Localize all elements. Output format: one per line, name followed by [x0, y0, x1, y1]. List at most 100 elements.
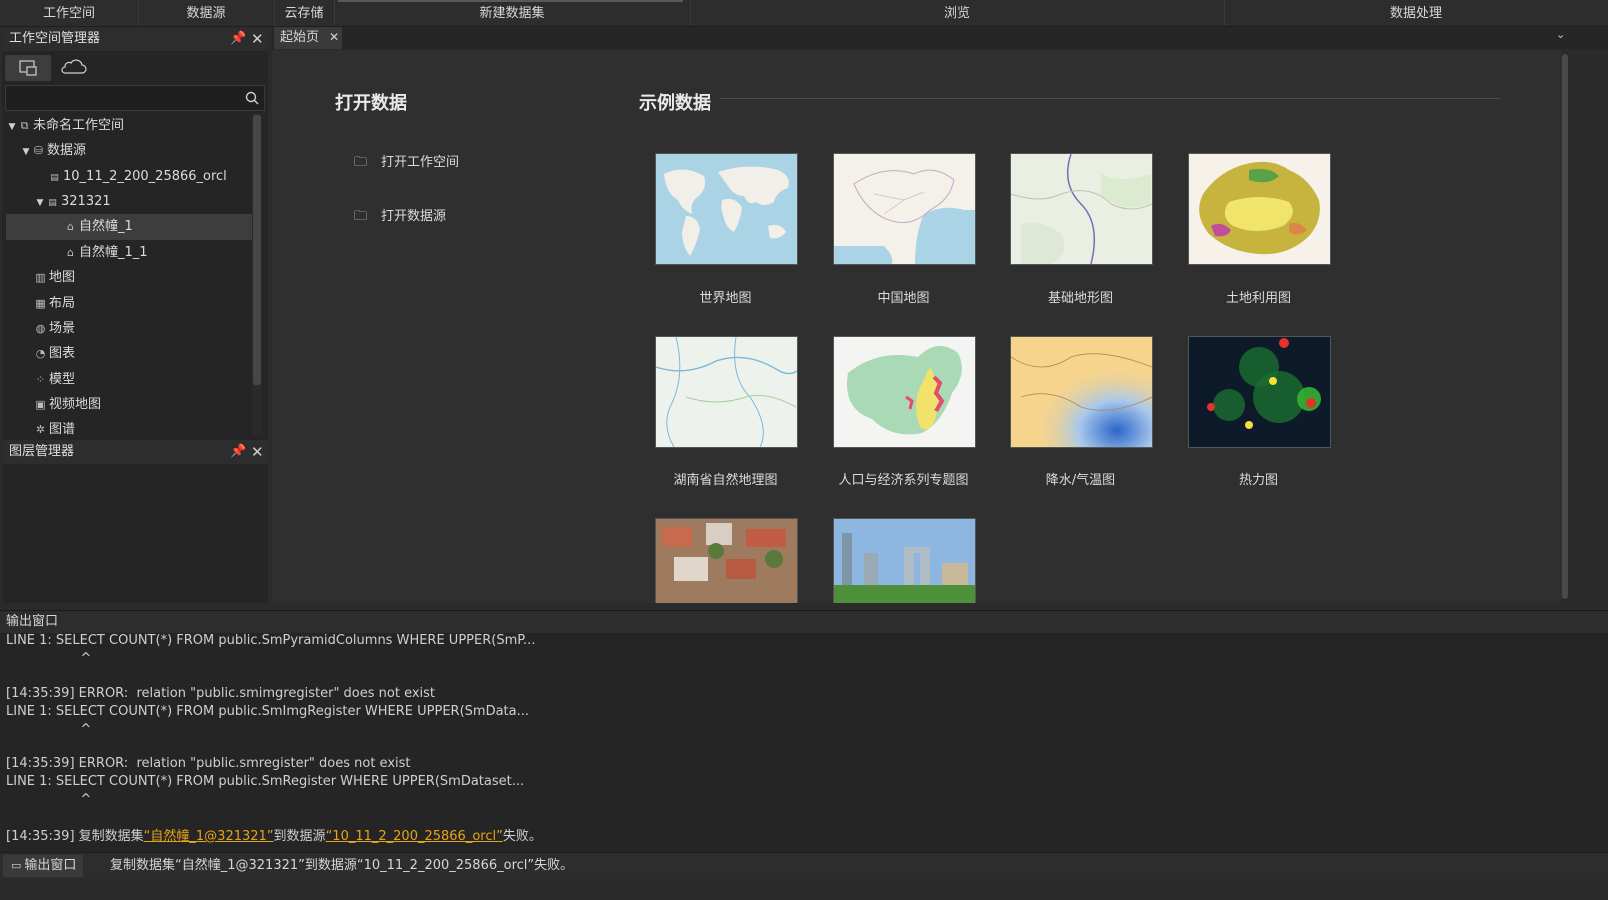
sample-3d-city-thumbnail[interactable] [833, 518, 976, 603]
tree-item-datasources[interactable]: ▼ ⛁ 数据源 [6, 138, 262, 164]
output-line-last: [14:35:39] 复制数据集“自然幢_1@321321”到数据源“10_11… [6, 829, 542, 844]
map-icon: ▥ [35, 271, 46, 284]
output-window-header: 输出窗口 [0, 611, 1608, 633]
sample-caption[interactable]: 热力图 [1188, 469, 1329, 488]
open-datasource-link[interactable]: 🗀 打开数据源 [354, 205, 446, 229]
ribbon-group-browse[interactable]: 浏览 [690, 0, 1225, 26]
output-window-tab[interactable]: ▭ 输出窗口 [3, 855, 83, 877]
workspace-tree: ▼ ⧉ 未命名工作空间 ▼ ⛁ 数据源 ▤ 10_11_2_200_25866_orcl … [2, 113, 262, 435]
scene-icon: ◍ [35, 322, 46, 335]
layer-manager-panel: 图层管理器 📌 ✕ [2, 440, 268, 603]
expand-caret-icon[interactable]: ▼ [20, 139, 32, 165]
sample-caption[interactable]: 人口与经济系列专题图 [833, 469, 974, 488]
region-dataset-icon: ⌂ [67, 246, 74, 259]
workspace-search-input[interactable] [8, 87, 238, 109]
start-page-scrollbar[interactable] [1562, 50, 1568, 603]
tree-item-dataset[interactable]: ⌂ 自然幢_1_1 [6, 240, 262, 266]
output-line: LINE 1: SELECT COUNT(*) FROM public.SmIm… [6, 704, 530, 719]
datasource-icon: ⛁ [33, 144, 44, 157]
sample-china-map-thumbnail[interactable] [833, 153, 976, 265]
ribbon-group-datasource[interactable]: 数据源 [138, 0, 275, 26]
udbx-datasource-icon: ▤ [48, 198, 57, 208]
output-line: ^ [6, 792, 92, 807]
start-page: 打开数据 🗀 打开工作空间 🗀 打开数据源 示例数据 世界地图 中国地图 基础地… [272, 50, 1568, 603]
ribbon-group-data-processing[interactable]: 数据处理 [1224, 0, 1608, 26]
sample-land-use-map-thumbnail[interactable] [1188, 153, 1331, 265]
pin-icon[interactable]: 📌 [230, 440, 246, 464]
dataset-link[interactable]: “自然幢_1@321321” [144, 829, 274, 844]
cloud-icon [61, 59, 87, 74]
sample-oblique-photography-thumbnail[interactable] [655, 518, 798, 603]
workspace-icon: ⧉ [20, 119, 29, 132]
datasource-link[interactable]: “10_11_2_200_25866_orcl” [326, 829, 503, 844]
tab-start-page[interactable]: 起始页 ✕ [274, 27, 342, 49]
ribbon-group-bar: 工作空间 数据源 云存储 新建数据集 浏览 数据处理 [0, 0, 1608, 27]
tree-scrollbar-thumb[interactable] [253, 115, 261, 385]
sample-caption[interactable]: 世界地图 [655, 287, 796, 306]
tree-item-datasource-pgis[interactable]: ▤ 10_11_2_200_25866_orcl [6, 164, 262, 190]
folder-icon: 🗀 [354, 209, 368, 224]
output-line: LINE 1: SELECT COUNT(*) FROM public.SmPy… [6, 633, 536, 648]
output-line: [14:35:39] ERROR: relation "public.smimg… [6, 686, 436, 701]
sample-hunan-physical-map-thumbnail[interactable] [655, 336, 798, 448]
tree-item-scenes[interactable]: ◍ 场景 [6, 316, 262, 342]
tree-item-dataset-selected[interactable]: ⌂ 自然幢_1 [6, 214, 256, 240]
workspace-view-button[interactable] [5, 55, 51, 81]
chevron-down-icon[interactable]: ⌄ [1556, 28, 1565, 41]
sample-caption[interactable]: 土地利用图 [1188, 287, 1329, 306]
sample-caption[interactable]: 中国地图 [833, 287, 974, 306]
open-data-title: 打开数据 [335, 93, 407, 114]
workspace-manager-panel: 工作空间管理器 📌 ✕ ▼ ⧉ 未命名工作空间 ▼ ⛁ 数据源 ▤ 10_11_2_200… [2, 27, 268, 447]
sample-heat-map-thumbnail[interactable] [1188, 336, 1331, 448]
search-icon[interactable] [244, 90, 260, 106]
tree-item-datasource-udbx[interactable]: ▼ ▤ 321321 [6, 189, 262, 215]
close-icon[interactable]: ✕ [251, 440, 264, 464]
sample-caption[interactable]: 降水/气温图 [1010, 469, 1151, 488]
output-line: [14:35:39] ERROR: relation "public.smreg… [6, 756, 411, 771]
tree-item-video-maps[interactable]: ▣ 视频地图 [6, 392, 262, 418]
layout-icon: ▦ [35, 297, 46, 310]
output-window-icon: ▭ [11, 859, 22, 872]
sample-caption[interactable]: 基础地形图 [1010, 287, 1151, 306]
ribbon-group-cloud-storage[interactable]: 云存储 [274, 0, 335, 26]
expand-caret-icon[interactable]: ▼ [6, 114, 18, 140]
cloud-view-button[interactable] [57, 55, 91, 81]
tree-item-layouts[interactable]: ▦ 布局 [6, 291, 262, 317]
expand-caret-icon[interactable]: ▼ [34, 190, 46, 216]
workspace-tree-icon [19, 60, 37, 76]
video-map-icon: ▣ [35, 398, 46, 411]
tree-item-graphs[interactable]: ✲ 图谱 [6, 417, 262, 435]
layer-manager-header: 图层管理器 📌 ✕ [2, 440, 268, 464]
pin-icon[interactable]: 📌 [230, 27, 246, 51]
output-line: LINE 1: SELECT COUNT(*) FROM public.SmRe… [6, 774, 525, 789]
sample-world-map-thumbnail[interactable] [655, 153, 798, 265]
tree-item-models[interactable]: ⁘ 模型 [6, 367, 262, 393]
status-message: 复制数据集“自然幢_1@321321”到数据源“10_11_2_200_2586… [110, 858, 574, 873]
sample-data-title: 示例数据 [639, 93, 711, 114]
tree-item-workspace[interactable]: ▼ ⧉ 未命名工作空间 [6, 113, 256, 139]
start-page-scrollbar-thumb[interactable] [1562, 54, 1568, 599]
open-workspace-link[interactable]: 🗀 打开工作空间 [354, 151, 459, 175]
close-tab-icon[interactable]: ✕ [329, 30, 339, 44]
workspace-search-box[interactable] [5, 85, 265, 111]
sample-base-topographic-map-thumbnail[interactable] [1010, 153, 1153, 265]
output-window: 输出窗口 LINE 1: SELECT COUNT(*) FROM public… [0, 610, 1608, 854]
tree-item-charts[interactable]: ◔ 图表 [6, 341, 262, 367]
folder-icon: 🗀 [354, 155, 368, 170]
sample-caption[interactable]: 湖南省自然地理图 [655, 469, 796, 488]
output-line: ^ [6, 651, 92, 666]
ribbon-scroll-indicator [338, 0, 683, 2]
graph-icon: ✲ [35, 423, 46, 435]
ribbon-group-workspace[interactable]: 工作空间 [0, 0, 139, 26]
pgis-datasource-icon: ▤ [50, 173, 59, 183]
sample-precipitation-temperature-map-thumbnail[interactable] [1010, 336, 1153, 448]
chart-icon: ◔ [35, 347, 46, 360]
model-icon: ⁘ [35, 373, 46, 386]
tree-item-maps[interactable]: ▥ 地图 [6, 265, 262, 291]
status-bar: ▭ 输出窗口 复制数据集“自然幢_1@321321”到数据源“10_11_2_20… [0, 852, 1608, 879]
sample-population-economy-map-thumbnail[interactable] [833, 336, 976, 448]
layer-manager-title: 图层管理器 [9, 444, 75, 459]
ribbon-group-new-dataset[interactable]: 新建数据集 [334, 0, 691, 26]
tree-scrollbar[interactable] [252, 113, 262, 435]
close-icon[interactable]: ✕ [251, 27, 264, 51]
